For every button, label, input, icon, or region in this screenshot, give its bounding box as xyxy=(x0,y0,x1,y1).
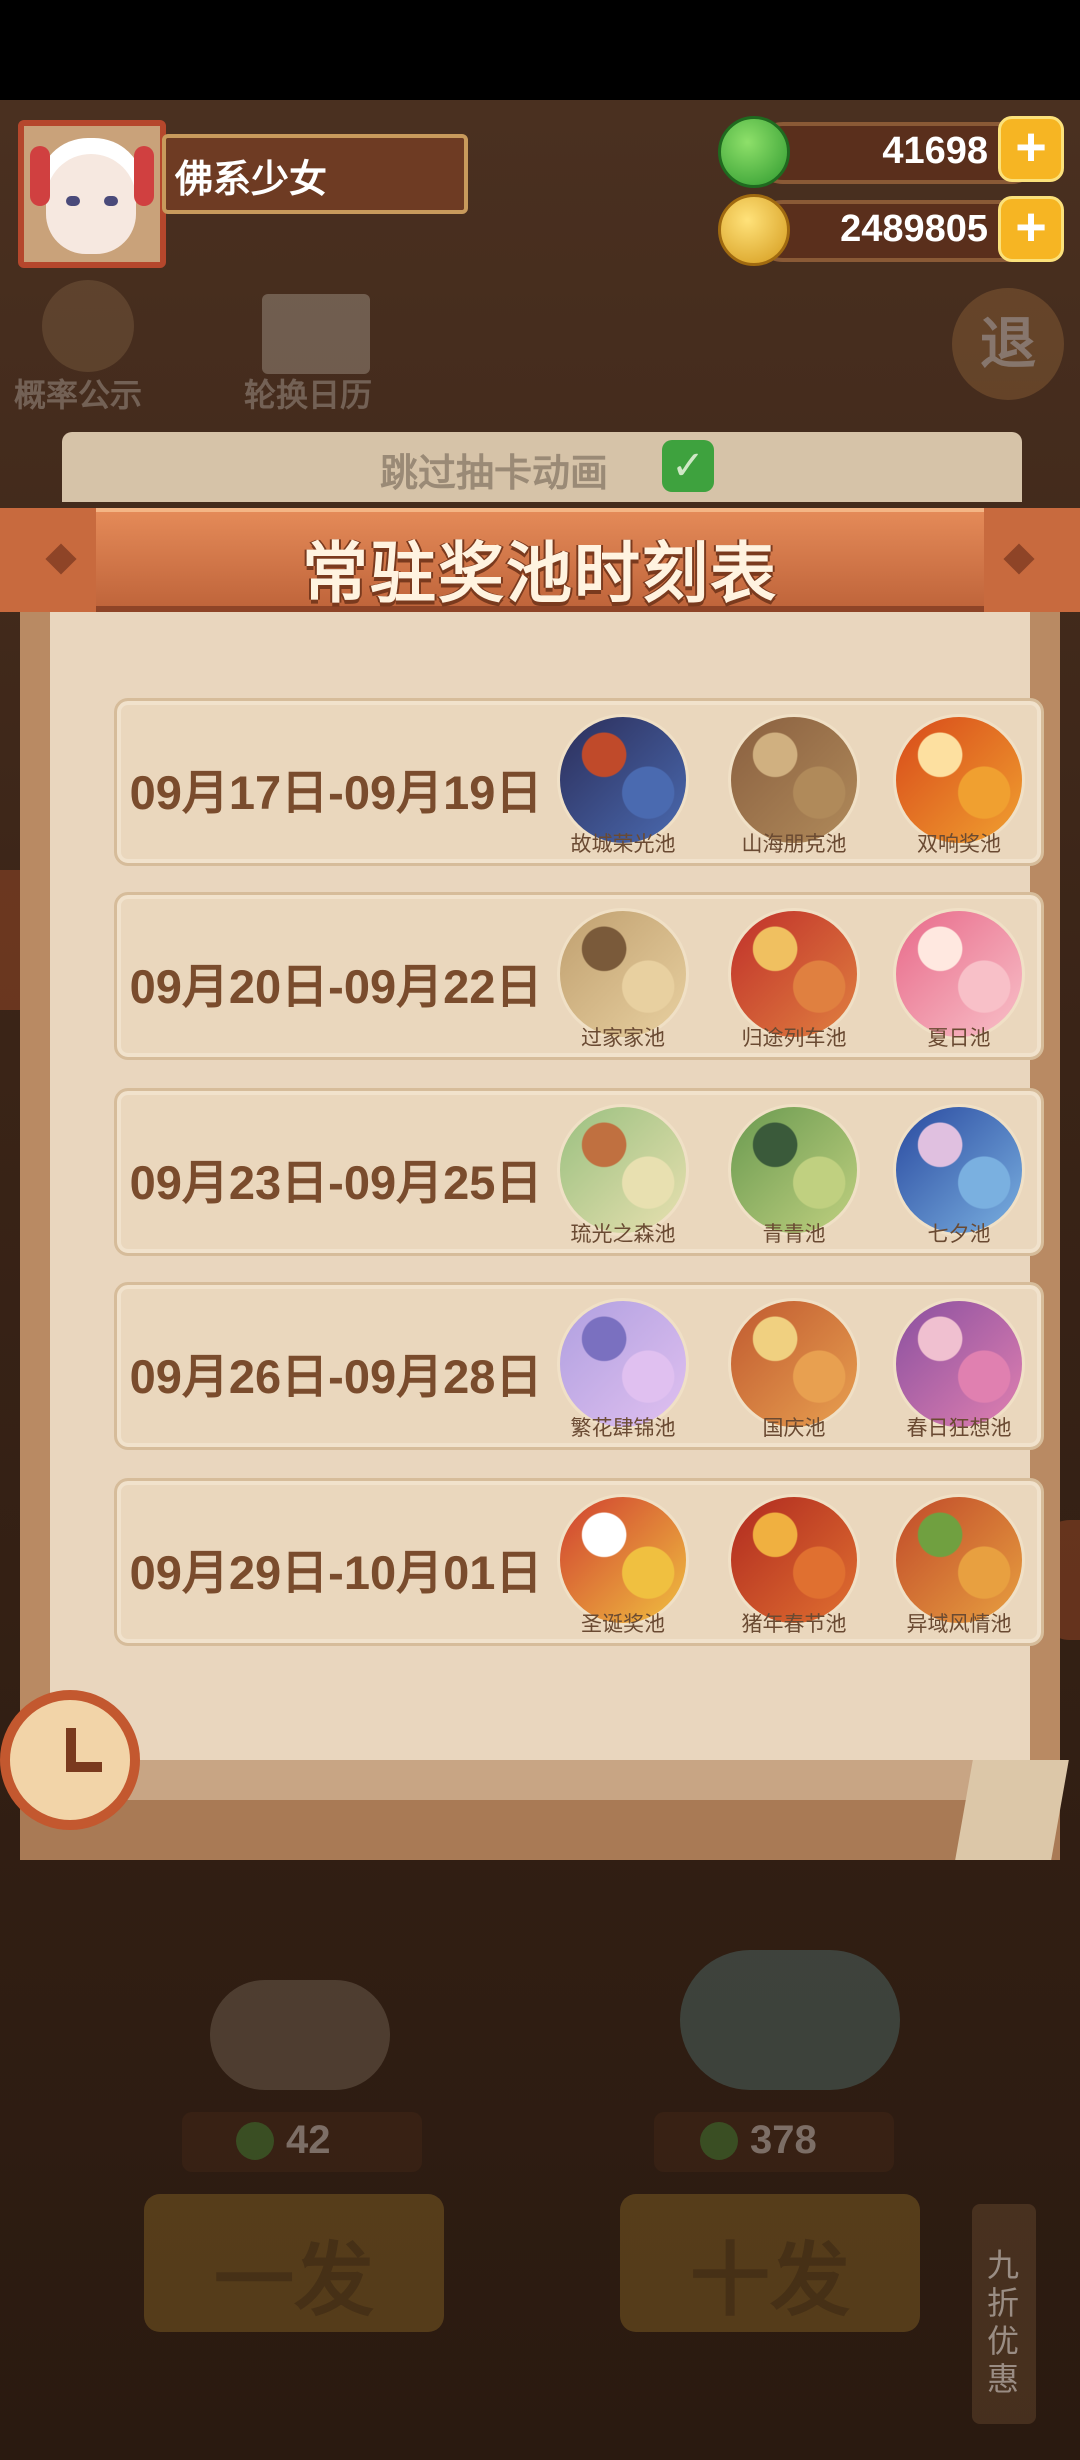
add-green-currency-button[interactable]: + xyxy=(998,116,1064,182)
pool-name: 过家家池 xyxy=(581,1027,665,1050)
page-curl-icon xyxy=(955,1760,1069,1860)
skip-animation-checkbox[interactable]: ✓ xyxy=(662,440,714,492)
pool-name: 繁花肆锦池 xyxy=(570,1417,676,1440)
schedule-date: 09月26日-09月28日 xyxy=(129,1350,543,1403)
skip-animation-label: 跳过抽卡动画 xyxy=(380,453,609,495)
pool-name: 夏日池 xyxy=(927,1027,991,1050)
gold-currency-value: 2489805 xyxy=(840,208,988,250)
calendar-label[interactable]: 轮换日历 xyxy=(244,370,372,416)
schedule-date: 09月17日-09月19日 xyxy=(129,766,543,819)
pool-name: 春日狂想池 xyxy=(906,1417,1012,1440)
pool-thumbnail[interactable] xyxy=(728,714,860,846)
modal-footer-band xyxy=(20,1800,1060,1860)
pool-thumbnail[interactable] xyxy=(728,1104,860,1236)
pool-thumbnail[interactable] xyxy=(893,1494,1025,1626)
cost-single-value: 42 xyxy=(286,2118,331,2162)
pool-name: 琉光之森池 xyxy=(570,1223,676,1246)
pool-thumbnail[interactable] xyxy=(728,908,860,1040)
cost-single-jade-icon xyxy=(236,2122,274,2160)
probability-icon[interactable] xyxy=(42,280,134,372)
pool-name: 双响奖池 xyxy=(917,833,1001,856)
pool-name: 国庆池 xyxy=(762,1417,826,1440)
schedule-date: 09月23日-09月25日 xyxy=(129,1156,543,1209)
pool-thumbnail[interactable] xyxy=(557,1104,689,1236)
pool-thumbnail[interactable] xyxy=(893,908,1025,1040)
modal-border-left xyxy=(20,580,50,1860)
schedule-date: 09月29日-10月01日 xyxy=(129,1546,543,1599)
pool-name: 青青池 xyxy=(762,1223,826,1246)
pool-thumbnail[interactable] xyxy=(893,1104,1025,1236)
cost-ten-value: 378 xyxy=(750,2118,817,2162)
pool-thumbnail[interactable] xyxy=(557,1298,689,1430)
calendar-icon[interactable] xyxy=(262,294,370,374)
pool-thumbnail[interactable] xyxy=(557,1494,689,1626)
pool-thumbnail[interactable] xyxy=(728,1298,860,1430)
pool-thumbnail[interactable] xyxy=(728,1494,860,1626)
alarm-clock-icon[interactable] xyxy=(0,1690,140,1830)
draw-ten-label[interactable]: 十发 xyxy=(620,2216,920,2332)
cost-ten-jade-icon xyxy=(700,2122,738,2160)
pool-thumbnail[interactable] xyxy=(557,714,689,846)
pool-name: 猪年春节池 xyxy=(741,1613,847,1636)
add-gold-currency-button[interactable]: + xyxy=(998,196,1064,262)
pool-name: 七夕池 xyxy=(927,1223,991,1246)
pool-name: 归途列车池 xyxy=(741,1027,847,1050)
avatar[interactable] xyxy=(18,120,166,268)
pool-name: 异域风情池 xyxy=(906,1613,1012,1636)
fish-single-icon xyxy=(210,1980,390,2090)
pool-name: 故城荣光池 xyxy=(570,833,676,856)
green-currency-value: 41698 xyxy=(882,130,988,172)
pool-name: 山海朋克池 xyxy=(741,833,847,856)
pool-thumbnail[interactable] xyxy=(557,908,689,1040)
discount-label: 九折优惠 xyxy=(986,2247,1019,2397)
modal-title: 常驻奖池时刻表 xyxy=(302,536,778,610)
pool-thumbnail[interactable] xyxy=(893,1298,1025,1430)
exit-button[interactable]: 退 xyxy=(952,288,1064,400)
status-bar-area xyxy=(0,0,1080,100)
schedule-date: 09月20日-09月22日 xyxy=(129,960,543,1013)
username: 佛系少女 xyxy=(175,159,328,201)
probability-label[interactable]: 概率公示 xyxy=(14,370,142,416)
fish-ten-icon xyxy=(680,1950,900,2090)
draw-single-label[interactable]: 一发 xyxy=(144,2216,444,2332)
pool-thumbnail[interactable] xyxy=(893,714,1025,846)
pool-name: 圣诞奖池 xyxy=(581,1613,665,1636)
